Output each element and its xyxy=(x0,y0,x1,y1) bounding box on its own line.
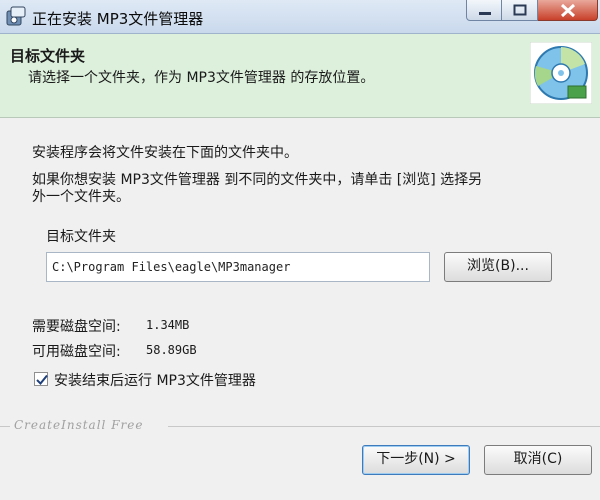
window-title: 正在安装 MP3文件管理器 xyxy=(32,10,204,28)
cd-disc-icon xyxy=(530,42,592,104)
minimize-button[interactable] xyxy=(466,0,502,21)
required-space-label: 需要磁盘空间: xyxy=(32,319,121,335)
destination-path-field[interactable]: C:\Program Files\eagle\MP3manager xyxy=(46,252,430,282)
destination-group-label: 目标文件夹 xyxy=(46,229,116,245)
close-button[interactable] xyxy=(538,0,598,21)
page-subtitle: 请选择一个文件夹，作为 MP3文件管理器 的存放位置。 xyxy=(28,70,375,86)
page-title: 目标文件夹 xyxy=(10,47,86,65)
installer-app-icon xyxy=(6,6,26,26)
maximize-button[interactable] xyxy=(502,0,538,21)
cancel-button[interactable]: 取消(C) xyxy=(484,445,592,475)
checkmark-icon xyxy=(36,374,48,385)
browse-hint-line2: 外一个文件夹。 xyxy=(32,189,130,205)
createinstall-brand: CreateInstall Free xyxy=(14,418,144,432)
available-space-value: 58.89GB xyxy=(146,343,197,357)
run-after-install-checkbox[interactable] xyxy=(34,372,48,386)
header-banner: 目标文件夹 请选择一个文件夹，作为 MP3文件管理器 的存放位置。 xyxy=(0,34,600,118)
browse-button[interactable]: 浏览(B)... xyxy=(444,252,552,282)
footer-divider-right xyxy=(168,426,600,427)
minimize-icon xyxy=(479,12,491,15)
install-description: 安装程序会将文件安装在下面的文件夹中。 xyxy=(32,145,298,161)
title-bar[interactable]: 正在安装 MP3文件管理器 xyxy=(0,0,600,34)
footer-divider-left xyxy=(0,426,10,427)
next-button[interactable]: 下一步(N) > xyxy=(362,445,470,475)
required-space-value: 1.34MB xyxy=(146,318,190,332)
run-after-install-label[interactable]: 安装结束后运行 MP3文件管理器 xyxy=(54,370,256,390)
available-space-label: 可用磁盘空间: xyxy=(32,344,121,360)
maximize-icon xyxy=(513,4,527,16)
close-icon xyxy=(560,3,576,18)
